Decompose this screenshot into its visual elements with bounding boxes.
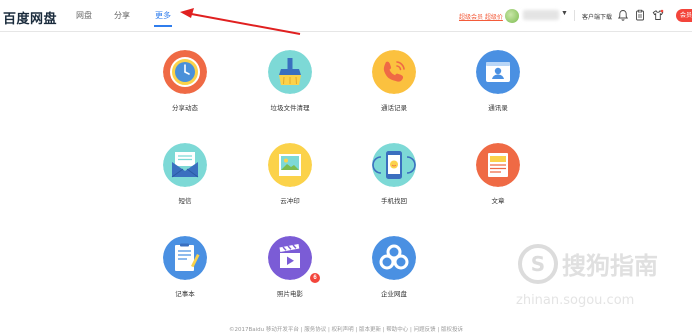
top-nav-bar: 百度网盘 网盘 分享 更多 超级会员 超级价 ▼ 客户端下载 会员中 [0,0,692,32]
phone-icon [372,50,416,94]
client-download-link[interactable]: 客户端下载 [582,12,612,21]
app-label: 记事本 [175,290,195,298]
contact-card-icon [476,50,520,94]
app-label: 分享动态 [172,104,198,112]
clapperboard-icon [268,236,312,280]
app-label: 云冲印 [280,197,300,205]
vip-center-button[interactable]: 会员中 [676,9,692,22]
tshirt-icon[interactable] [652,9,664,21]
sogou-watermark: S 搜狗指南 zhinan.sogou.com [510,240,690,310]
article-icon [476,143,520,187]
username-blurred[interactable] [523,10,559,20]
app-article[interactable]: 文章 [448,143,548,223]
envelope-icon [163,143,207,187]
avatar[interactable] [505,9,519,23]
photo-print-icon [268,143,312,187]
watermark-url: zhinan.sogou.com [516,293,634,308]
new-badge: 6 [310,273,320,283]
app-label: 手机找回 [381,197,407,205]
svg-text:S: S [531,252,545,276]
super-vip-link[interactable]: 超级会员 超级价 [459,12,503,21]
broom-icon [268,50,312,94]
app-sms[interactable]: 短信 [135,143,235,223]
app-notepad[interactable]: 记事本 [135,236,235,316]
app-phone-find[interactable]: 手机找回 [344,143,444,223]
app-label: 企业网盘 [381,290,407,298]
app-share-activity[interactable]: 分享动态 [135,50,235,130]
app-junk-cleanup[interactable]: 垃圾文件清理 [240,50,340,130]
active-tab-indicator [154,25,172,27]
nav-share[interactable]: 分享 [114,10,130,21]
chevron-down-icon[interactable]: ▼ [561,10,568,17]
notepad-icon [163,236,207,280]
clipboard-icon[interactable] [634,9,646,21]
app-contacts[interactable]: 通讯录 [448,50,548,130]
app-label: 照片电影 [277,290,303,298]
footer-links[interactable]: ©2017Baidu 移动开发平台 | 服务协议 | 权利声明 | 版本更新 |… [0,325,692,333]
app-label: 通话记录 [381,104,407,112]
app-label: 通讯录 [488,104,508,112]
cloud-icon [372,236,416,280]
watermark-title: 搜狗指南 [562,252,658,280]
divider [574,10,575,21]
sogou-logo-icon: S 搜狗指南 zhinan.sogou.com [516,244,658,308]
app-enterprise-netdisk[interactable]: 企业网盘 [344,236,444,316]
nav-netdisk[interactable]: 网盘 [76,10,92,21]
app-call-log[interactable]: 通话记录 [344,50,444,130]
app-photo-movie[interactable]: 6 照片电影 [240,236,340,316]
app-cloud-print[interactable]: 云冲印 [240,143,340,223]
app-label: 文章 [491,197,505,205]
nav-more[interactable]: 更多 [155,10,171,21]
phone-find-icon [372,143,416,187]
bell-icon[interactable] [617,9,629,21]
app-label: 短信 [178,197,192,205]
app-label: 垃圾文件清理 [270,104,310,112]
clock-icon [163,50,207,94]
baidu-netdisk-logo[interactable]: 百度网盘 [3,8,57,27]
